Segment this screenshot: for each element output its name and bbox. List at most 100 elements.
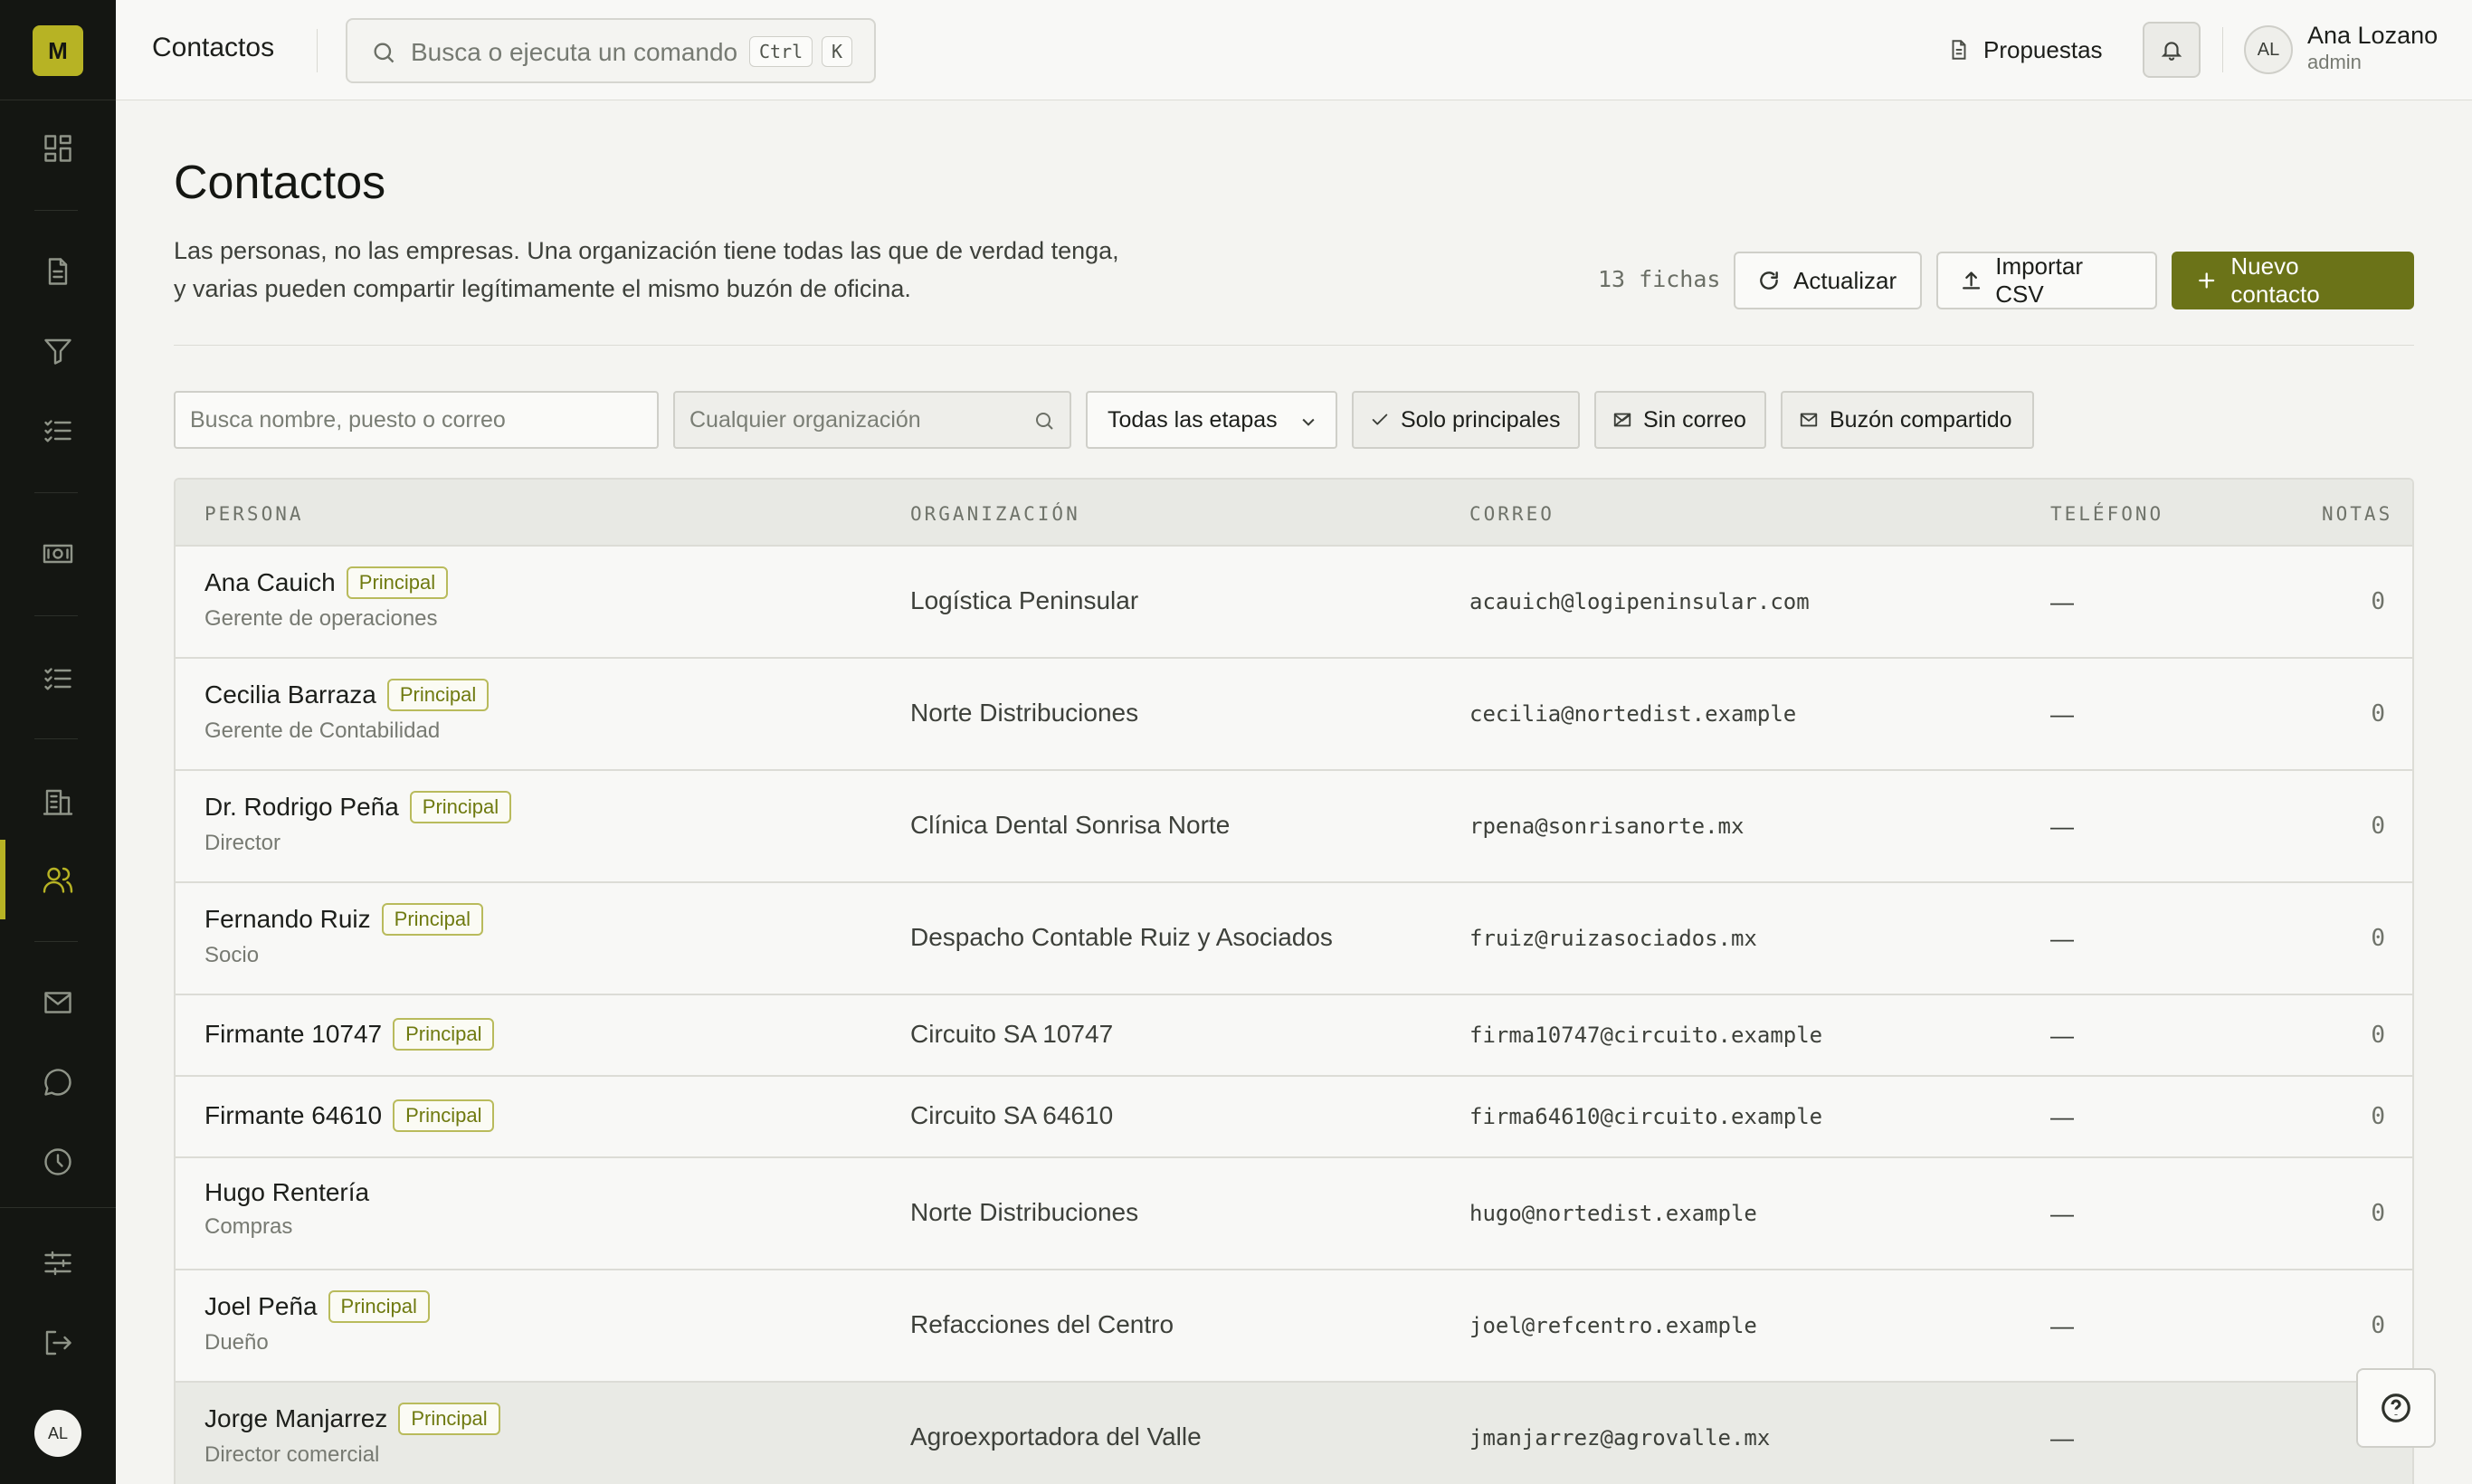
person-name-line: Hugo Rentería (204, 1178, 369, 1207)
filter-chip-principal[interactable]: Solo principales (1352, 391, 1580, 449)
organization-cell: Despacho Contable Ruiz y Asociados (910, 923, 1333, 951)
column-header-email[interactable]: CORREO (1469, 503, 1555, 525)
chat-icon[interactable] (36, 1061, 80, 1104)
funnel-icon[interactable] (36, 329, 80, 373)
person-name-line: Ana Cauich Principal (204, 566, 449, 599)
refresh-button[interactable]: Actualizar (1734, 252, 1922, 309)
table-row[interactable]: Firmante 10747 Principal Circuito SA 10747… (176, 995, 2412, 1077)
email-cell[interactable]: cecilia@nortedist.example (1469, 701, 1796, 727)
email-cell[interactable]: firma10747@circuito.example (1469, 1023, 1822, 1048)
user-avatar[interactable]: AL (2244, 25, 2293, 74)
person-name-line: Firmante 10747 Principal (204, 1018, 495, 1051)
person-title: Compras (204, 1214, 293, 1239)
sidebar-avatar[interactable]: AL (34, 1410, 81, 1457)
organization-filter-input[interactable]: Cualquier organización (673, 391, 1071, 449)
document-icon[interactable] (36, 250, 80, 293)
person-name[interactable]: Cecilia Barraza (204, 680, 376, 709)
building-icon[interactable] (36, 780, 80, 823)
proposals-label: Propuestas (1983, 35, 2103, 63)
contacts-table: PERSONA ORGANIZACIÓN CORREO TELÉFONO NOT… (174, 478, 2414, 1484)
person-name[interactable]: Fernando Ruiz (204, 905, 371, 933)
checklist-icon[interactable] (36, 409, 80, 452)
person-title: Gerente de operaciones (204, 606, 438, 631)
filter-chip-no-email-label: Sin correo (1643, 406, 1746, 433)
sliders-icon[interactable] (36, 1241, 80, 1285)
import-csv-button[interactable]: Importar CSV (1936, 252, 2157, 309)
help-icon (2382, 1394, 2410, 1422)
topbar-divider (2222, 27, 2223, 72)
notes-cell: 0 (2371, 588, 2385, 615)
new-contact-button[interactable]: Nuevo contacto (2172, 252, 2414, 309)
person-name-line: Joel Peña Principal (204, 1290, 430, 1323)
mail-icon[interactable] (36, 981, 80, 1024)
column-header-notes[interactable]: NOTAS (2322, 503, 2392, 525)
dashboard-icon[interactable] (36, 127, 80, 170)
person-title: Dueño (204, 1330, 269, 1355)
principal-badge: Principal (381, 903, 484, 936)
notifications-button[interactable] (2143, 22, 2201, 78)
organization-cell: Logística Peninsular (910, 586, 1139, 614)
person-name[interactable]: Hugo Rentería (204, 1178, 369, 1206)
filter-chip-no-email[interactable]: Sin correo (1594, 391, 1766, 449)
phone-cell: — (2050, 1200, 2074, 1227)
person-name[interactable]: Firmante 64610 (204, 1101, 382, 1129)
person-cell: Firmante 64610 Principal (204, 1099, 495, 1132)
sidebar-divider (34, 941, 78, 942)
table-row[interactable]: Hugo Rentería Compras Norte Distribuciones… (176, 1158, 2412, 1270)
notes-cell: 0 (2371, 925, 2385, 952)
person-cell: Jorge Manjarrez Principal Director comerci… (204, 1403, 500, 1468)
header-divider (174, 345, 2414, 346)
email-cell[interactable]: firma64610@circuito.example (1469, 1104, 1822, 1129)
clock-icon[interactable] (36, 1140, 80, 1184)
proposals-link[interactable]: Propuestas (1947, 34, 2103, 65)
table-row[interactable]: Jorge Manjarrez Principal Director comerci… (176, 1383, 2412, 1484)
person-name[interactable]: Jorge Manjarrez (204, 1404, 387, 1432)
email-cell[interactable]: rpena@sonrisanorte.mx (1469, 813, 1744, 839)
filter-chip-shared-mailbox[interactable]: Buzón compartido (1781, 391, 2034, 449)
plus-icon (2199, 272, 2215, 289)
email-cell[interactable]: hugo@nortedist.example (1469, 1201, 1757, 1226)
shortcut-key-k: K (822, 36, 853, 67)
organization-cell: Norte Distribuciones (910, 1198, 1139, 1226)
email-cell[interactable]: fruiz@ruizasociados.mx (1469, 926, 1757, 951)
banknote-icon[interactable] (36, 532, 80, 576)
sidebar-divider (34, 615, 78, 616)
people-icon[interactable] (36, 858, 80, 901)
email-cell[interactable]: acauich@logipeninsular.com (1469, 589, 1810, 614)
principal-badge: Principal (328, 1290, 430, 1323)
sidebar-divider (34, 492, 78, 493)
person-name[interactable]: Dr. Rodrigo Peña (204, 793, 399, 821)
notes-cell: 0 (2371, 1200, 2385, 1227)
user-name[interactable]: Ana Lozano (2307, 22, 2438, 50)
stage-select[interactable]: Todas las etapas (1086, 391, 1337, 449)
email-cell[interactable]: joel@refcentro.example (1469, 1313, 1757, 1338)
table-row[interactable]: Firmante 64610 Principal Circuito SA 64610… (176, 1077, 2412, 1158)
notes-cell: 0 (2371, 1103, 2385, 1130)
column-header-person[interactable]: PERSONA (204, 503, 304, 525)
table-row[interactable]: Cecilia Barraza Principal Gerente de Conta… (176, 659, 2412, 771)
chevron-down-icon (1302, 418, 1315, 426)
contact-search-input[interactable]: Busca nombre, puesto o correo (174, 391, 659, 449)
logout-icon[interactable] (36, 1321, 80, 1365)
person-name[interactable]: Ana Cauich (204, 568, 336, 596)
help-button[interactable] (2356, 1368, 2436, 1448)
table-row[interactable]: Joel Peña Principal Dueño Refacciones del C… (176, 1270, 2412, 1383)
person-name[interactable]: Joel Peña (204, 1292, 318, 1320)
notes-cell: 0 (2371, 1022, 2385, 1049)
mail-icon (1800, 413, 1818, 427)
table-header: PERSONA ORGANIZACIÓN CORREO TELÉFONO NOT… (176, 480, 2412, 547)
active-nav-indicator (0, 840, 5, 919)
app-logo[interactable]: M (33, 25, 83, 76)
table-row[interactable]: Fernando Ruiz Principal Socio Despacho Cont… (176, 883, 2412, 995)
principal-badge: Principal (346, 566, 449, 599)
table-row[interactable]: Dr. Rodrigo Peña Principal Director Clínica… (176, 771, 2412, 883)
phone-cell: — (2050, 700, 2074, 728)
column-header-phone[interactable]: TELÉFONO (2050, 503, 2163, 525)
command-search[interactable]: Busca o ejecuta un comando Ctrl K (346, 18, 876, 83)
person-name[interactable]: Firmante 10747 (204, 1020, 382, 1048)
email-cell[interactable]: jmanjarrez@agrovalle.mx (1469, 1425, 1770, 1451)
column-header-organization[interactable]: ORGANIZACIÓN (910, 503, 1080, 525)
tasks-icon[interactable] (36, 657, 80, 700)
person-cell: Dr. Rodrigo Peña Principal Director (204, 791, 512, 856)
table-row[interactable]: Ana Cauich Principal Gerente de operacione… (176, 547, 2412, 659)
